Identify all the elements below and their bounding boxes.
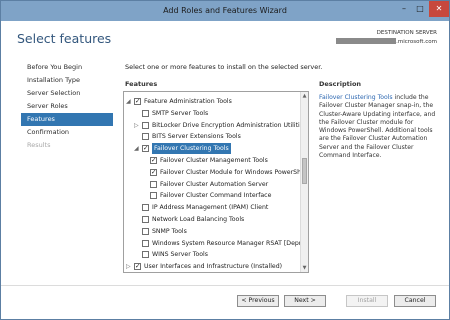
feature-label: Failover Cluster Module for Windows Powe… [160,168,309,176]
nav-step-before-you-begin[interactable]: Before You Begin [21,61,113,74]
feature-checkbox[interactable]: ✓ [142,145,149,153]
cancel-button[interactable]: Cancel [394,295,436,307]
feature-checkbox[interactable] [142,216,149,223]
feature-label: Failover Cluster Automation Server [160,180,269,188]
feature-label: Failover Cluster Management Tools [160,157,268,164]
title-bar: Add Roles and Features Wizard – □ ✕ [1,1,449,21]
destination-server-value: .microsoft.com [336,38,437,45]
expand-arrow-icon[interactable]: ▷ [126,261,132,272]
feature-label: Windows System Resource Manager RSAT [De… [152,239,309,247]
feature-label: Feature Administration Tools [144,98,232,105]
feature-checkbox[interactable] [142,227,149,235]
feature-checkbox[interactable]: ✓ [150,157,157,164]
nav-step-server-roles[interactable]: Server Roles [21,100,113,113]
wizard-steps-nav: Before You Begin Installation Type Server … [21,61,113,152]
maximize-button[interactable]: □ [411,1,429,17]
destination-server-suffix: .microsoft.com [396,39,437,45]
description-body: include the Failover Cluster Manager sna… [319,94,436,160]
feature-label: Network Load Balancing Tools [152,216,245,223]
scroll-down-icon[interactable]: ▼ [301,264,308,272]
features-heading: Features [125,80,158,88]
description-link[interactable]: Failover Clustering Tools [319,94,393,101]
wizard-header: Select features DESTINATION SERVER .micr… [1,21,449,57]
feature-label: IP Address Management (IPAM) Client [152,204,269,212]
expand-arrow-icon[interactable]: ▷ [134,120,140,131]
close-button[interactable]: ✕ [429,1,449,17]
feature-checkbox[interactable] [142,121,149,129]
feature-label: Failover Cluster Command Interface [160,192,272,200]
collapse-arrow-icon[interactable]: ◢ [134,143,140,154]
install-button[interactable]: Install [346,295,388,307]
feature-checkbox[interactable] [150,192,157,200]
tree-scrollbar[interactable]: ▲ ▼ [300,92,308,272]
feature-checkbox[interactable] [142,109,149,117]
feature-checkbox[interactable]: ✓ [134,263,141,271]
nav-step-confirmation[interactable]: Confirmation [21,126,113,139]
feature-label: SNMP Tools [152,227,187,235]
nav-step-installation-type[interactable]: Installation Type [21,74,113,87]
collapse-arrow-icon[interactable]: ◢ [126,96,132,107]
nav-step-features[interactable]: Features [21,113,113,126]
nav-step-results: Results [27,141,51,149]
wizard-window: Add Roles and Features Wizard – □ ✕ Sele… [0,0,450,320]
feature-checkbox[interactable] [142,251,149,259]
feature-label: SMTP Server Tools [152,109,209,117]
instruction-text: Select one or more features to install o… [125,63,323,71]
window-title: Add Roles and Features Wizard [163,6,287,15]
description-text: Failover Clustering Tools include the Fa… [319,94,437,160]
footer-divider [1,285,449,286]
previous-button[interactable]: < Previous [237,295,279,307]
feature-label: BITS Server Extensions Tools [152,133,241,141]
feature-checkbox[interactable] [142,239,149,247]
feature-checkbox[interactable]: ✓ [150,169,157,176]
feature-checkbox[interactable] [142,133,149,141]
next-button[interactable]: Next > [284,295,326,307]
scroll-thumb[interactable] [302,158,307,184]
feature-label: User Interfaces and Infrastructure (Inst… [144,263,283,271]
redacted-server-name [336,38,397,44]
destination-server-label: DESTINATION SERVER [376,30,437,36]
features-tree[interactable]: ◢ ✓ Feature Administration Tools SMTP Serve… [123,91,309,273]
feature-label: WINS Server Tools [152,251,208,259]
page-title: Select features [17,31,112,46]
feature-checkbox[interactable] [150,180,157,188]
nav-step-server-selection[interactable]: Server Selection [21,87,113,100]
feature-checkbox[interactable]: ✓ [134,98,141,105]
feature-checkbox[interactable] [142,204,149,212]
description-heading: Description [319,80,362,88]
scroll-up-icon[interactable]: ▲ [301,92,308,100]
feature-label: Failover Clustering Tools [152,143,231,155]
feature-label: BitLocker Drive Encryption Administratio… [152,121,307,129]
